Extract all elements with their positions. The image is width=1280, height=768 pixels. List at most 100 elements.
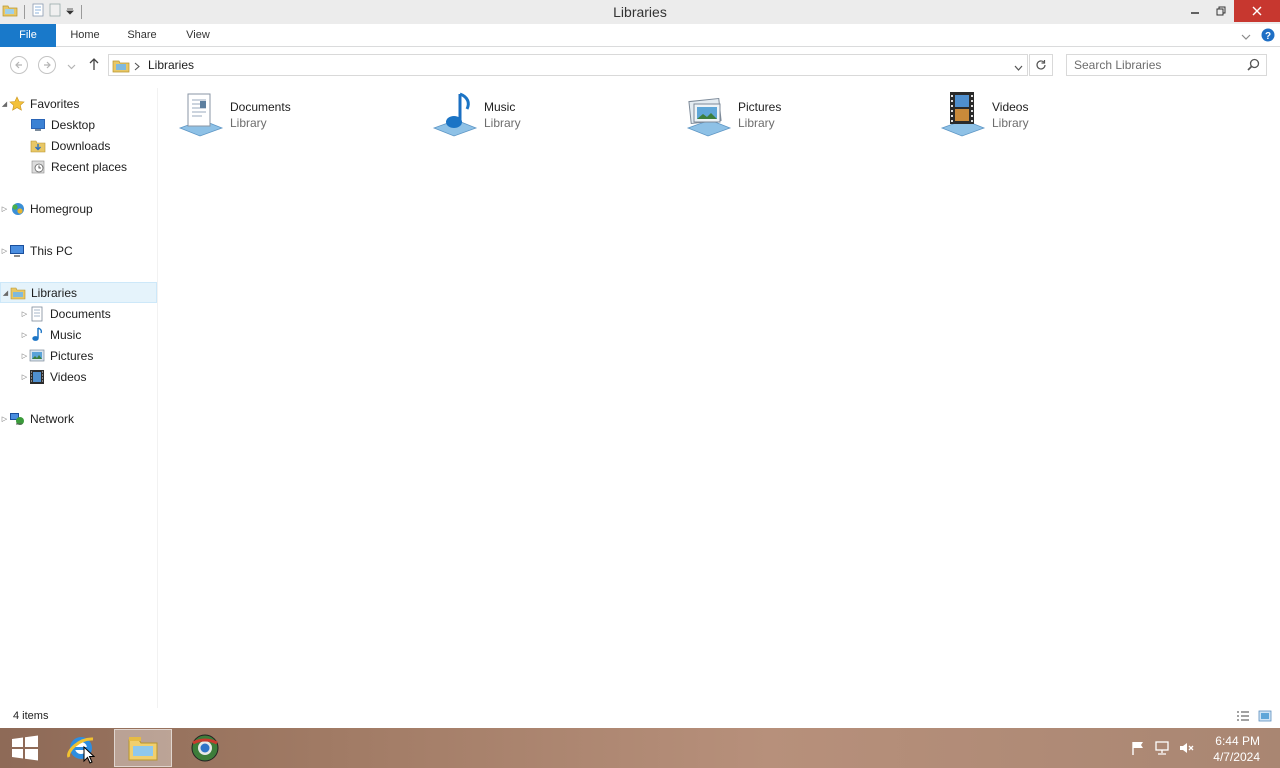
nav-recent-places[interactable]: Recent places: [0, 156, 157, 177]
refresh-button[interactable]: [1029, 54, 1053, 76]
back-button[interactable]: [10, 56, 28, 74]
nav-label: Homegroup: [30, 201, 93, 216]
pictures-library-icon: [686, 97, 732, 137]
breadcrumb-chevron-icon[interactable]: [134, 60, 140, 74]
ribbon-right-controls: ?: [1241, 28, 1275, 45]
navigation-pane: ◢ Favorites Desktop Downloads Recent pla…: [0, 88, 158, 708]
expand-arrow-icon[interactable]: ▷: [0, 415, 9, 423]
details-view-icon[interactable]: [1236, 710, 1250, 725]
libraries-icon: [10, 285, 26, 301]
start-button[interactable]: [0, 729, 50, 767]
videos-library-icon: [940, 92, 986, 137]
documents-library-icon: [178, 93, 224, 137]
search-input[interactable]: [1074, 58, 1234, 72]
view-switcher: [1236, 710, 1272, 725]
music-library-icon: [432, 92, 478, 137]
volume-muted-icon[interactable]: [1178, 740, 1194, 759]
refresh-icon: [1036, 60, 1046, 70]
browser-icon: [191, 734, 219, 762]
nav-label: Documents: [50, 306, 111, 321]
mouse-cursor-icon: [83, 745, 96, 767]
up-arrow-icon[interactable]: [88, 57, 100, 74]
close-button[interactable]: [1234, 0, 1280, 22]
nav-label: Videos: [50, 369, 87, 384]
title-bar: Libraries: [0, 0, 1280, 24]
nav-library-music[interactable]: ▷ Music: [0, 324, 157, 345]
nav-downloads[interactable]: Downloads: [0, 135, 157, 156]
large-icons-view-icon[interactable]: [1258, 710, 1272, 725]
tab-share[interactable]: Share: [121, 24, 163, 47]
recent-locations-icon[interactable]: [67, 60, 76, 74]
nav-favorites[interactable]: ◢ Favorites: [0, 93, 157, 114]
tab-file[interactable]: File: [0, 24, 56, 47]
address-row: Libraries: [0, 48, 1280, 82]
homegroup-icon: [9, 201, 25, 217]
start-icon: [12, 735, 38, 761]
nav-this-pc[interactable]: ▷ This PC: [0, 240, 157, 261]
library-tile-videos[interactable]: Videos Library: [938, 88, 1178, 142]
restore-button[interactable]: [1208, 0, 1234, 22]
nav-label: Music: [50, 327, 82, 342]
clock[interactable]: 6:44 PM 4/7/2024: [1213, 733, 1260, 765]
taskbar-file-explorer[interactable]: [114, 729, 172, 767]
network-status-icon[interactable]: [1154, 740, 1170, 759]
expand-arrow-icon[interactable]: ▷: [20, 310, 29, 318]
search-icon[interactable]: [1247, 58, 1260, 74]
network-icon: [9, 411, 25, 427]
address-bar[interactable]: Libraries: [108, 54, 1028, 76]
system-tray: [1130, 740, 1194, 759]
expand-arrow-icon[interactable]: ▷: [20, 331, 29, 339]
expand-arrow-icon[interactable]: ▷: [20, 352, 29, 360]
nav-libraries[interactable]: ◢ Libraries: [0, 282, 157, 303]
taskbar: 6:44 PM 4/7/2024: [0, 728, 1280, 768]
taskbar-browser[interactable]: [176, 729, 234, 767]
library-name: Music: [484, 100, 516, 114]
search-box[interactable]: [1066, 54, 1267, 76]
tab-home[interactable]: Home: [64, 24, 106, 47]
nav-network[interactable]: ▷ Network: [0, 408, 157, 429]
breadcrumb[interactable]: Libraries: [148, 58, 194, 72]
library-tile-documents[interactable]: Documents Library: [176, 88, 416, 142]
minimize-button[interactable]: [1182, 0, 1208, 22]
collapse-arrow-icon[interactable]: ◢: [0, 100, 9, 108]
videos-icon: [29, 369, 45, 385]
expand-arrow-icon[interactable]: ▷: [0, 247, 9, 255]
tab-view[interactable]: View: [180, 24, 216, 47]
nav-label: Favorites: [30, 96, 80, 111]
clock-date: 4/7/2024: [1213, 750, 1260, 764]
nav-label: Downloads: [51, 138, 111, 153]
back-arrow-icon: [15, 61, 22, 69]
taskbar-internet-explorer[interactable]: [52, 729, 110, 767]
help-icon[interactable]: ?: [1261, 28, 1275, 45]
expand-arrow-icon[interactable]: ▷: [0, 205, 9, 213]
expand-arrow-icon[interactable]: ▷: [20, 373, 29, 381]
collapse-arrow-icon[interactable]: ◢: [1, 289, 10, 297]
downloads-icon: [30, 138, 46, 154]
documents-icon: [29, 306, 45, 322]
libraries-icon: [112, 57, 130, 76]
nav-library-videos[interactable]: ▷ Videos: [0, 366, 157, 387]
nav-library-documents[interactable]: ▷ Documents: [0, 303, 157, 324]
svg-text:?: ?: [1265, 31, 1271, 42]
action-center-flag-icon[interactable]: [1130, 740, 1146, 759]
address-dropdown-icon[interactable]: [1014, 61, 1023, 75]
clock-time: 6:44 PM: [1215, 734, 1260, 748]
nav-label: Pictures: [50, 348, 94, 363]
expand-ribbon-icon[interactable]: [1241, 30, 1251, 44]
nav-label: Libraries: [31, 285, 78, 300]
forward-button[interactable]: [38, 56, 56, 74]
nav-desktop[interactable]: Desktop: [0, 114, 157, 135]
item-count: 4 items: [13, 710, 49, 722]
nav-library-pictures[interactable]: ▷ Pictures: [0, 345, 157, 366]
library-tile-music[interactable]: Music Library: [430, 88, 670, 142]
status-bar: 4 items: [0, 708, 1280, 728]
nav-label: Desktop: [51, 117, 96, 132]
library-type: Library: [230, 116, 267, 130]
library-tile-pictures[interactable]: Pictures Library: [684, 88, 924, 142]
pane-divider[interactable]: [157, 88, 158, 708]
library-type: Library: [992, 116, 1029, 130]
file-explorer-icon: [128, 737, 158, 761]
pictures-icon: [29, 348, 45, 364]
star-icon: [9, 95, 25, 112]
nav-homegroup[interactable]: ▷ Homegroup: [0, 198, 157, 219]
